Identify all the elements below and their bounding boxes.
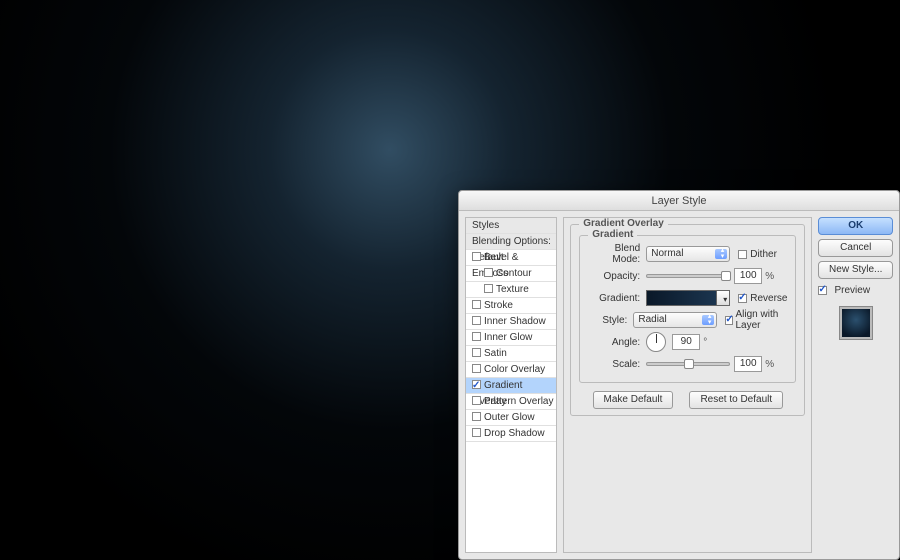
style-satin[interactable]: Satin bbox=[466, 346, 556, 362]
gradient-fieldset: Gradient Blend Mode: Normal▴▾ Dither Opa… bbox=[579, 235, 796, 383]
scale-label: Scale: bbox=[588, 359, 646, 370]
style-color-overlay[interactable]: Color Overlay bbox=[466, 362, 556, 378]
opacity-slider[interactable] bbox=[646, 274, 730, 278]
checkbox-icon[interactable] bbox=[472, 396, 481, 405]
options-panel: Gradient Overlay Gradient Blend Mode: No… bbox=[563, 217, 812, 553]
checkbox-icon bbox=[725, 316, 732, 325]
style-gradient-overlay[interactable]: Gradient Overlay bbox=[466, 378, 556, 394]
styles-list: Styles Blending Options: Default Bevel &… bbox=[465, 217, 557, 553]
reset-default-button[interactable]: Reset to Default bbox=[689, 391, 783, 409]
new-style-button[interactable]: New Style... bbox=[818, 261, 893, 279]
checkbox-icon[interactable] bbox=[472, 412, 481, 421]
preview-swatch bbox=[839, 306, 873, 340]
style-label: Outer Glow bbox=[484, 412, 535, 423]
updown-icon: ▴▾ bbox=[721, 248, 725, 260]
checkbox-icon[interactable] bbox=[472, 364, 481, 373]
style-label: Stroke bbox=[484, 300, 513, 311]
checkbox-icon[interactable] bbox=[472, 316, 481, 325]
checkbox-icon[interactable] bbox=[484, 284, 493, 293]
preview-checkbox[interactable]: Preview bbox=[818, 285, 893, 296]
style-label: Satin bbox=[484, 348, 507, 359]
checkbox-icon[interactable] bbox=[472, 300, 481, 309]
preview-label: Preview bbox=[834, 285, 870, 296]
dither-label: Dither bbox=[750, 249, 777, 260]
style-row: Style: Radial ▴▾ Align with Layer bbox=[588, 310, 787, 330]
angle-unit: ° bbox=[703, 337, 707, 348]
checkbox-icon[interactable] bbox=[472, 348, 481, 357]
style-label: Drop Shadow bbox=[484, 428, 545, 439]
ok-button[interactable]: OK bbox=[818, 217, 893, 235]
angle-row: Angle: 90 ° bbox=[588, 332, 787, 352]
opacity-input[interactable]: 100 bbox=[734, 268, 762, 284]
checkbox-icon[interactable] bbox=[472, 252, 481, 261]
checkbox-icon[interactable] bbox=[472, 428, 481, 437]
slider-thumb[interactable] bbox=[684, 359, 694, 369]
style-label: Pattern Overlay bbox=[484, 396, 553, 407]
angle-input[interactable]: 90 bbox=[672, 334, 700, 350]
cancel-button[interactable]: Cancel bbox=[818, 239, 893, 257]
section-title: Gradient Overlay bbox=[579, 218, 668, 229]
blending-options-row[interactable]: Blending Options: Default bbox=[466, 234, 556, 250]
reverse-label: Reverse bbox=[750, 293, 787, 304]
blend-mode-label: Blend Mode: bbox=[588, 243, 646, 265]
align-checkbox[interactable]: Align with Layer bbox=[725, 309, 787, 331]
style-select[interactable]: Radial ▴▾ bbox=[633, 312, 717, 328]
style-bevel-emboss[interactable]: Bevel & Emboss bbox=[466, 250, 556, 266]
gradient-picker[interactable]: ▾ bbox=[646, 290, 730, 306]
checkbox-icon bbox=[738, 294, 747, 303]
make-default-button[interactable]: Make Default bbox=[593, 391, 674, 409]
gradient-row: Gradient: ▾ Reverse bbox=[588, 288, 787, 308]
style-label: Color Overlay bbox=[484, 364, 545, 375]
checkbox-icon[interactable] bbox=[472, 332, 481, 341]
layer-style-dialog: Layer Style Styles Blending Options: Def… bbox=[458, 190, 900, 560]
scale-unit: % bbox=[765, 359, 774, 370]
style-label: Inner Shadow bbox=[484, 316, 546, 327]
opacity-unit: % bbox=[765, 271, 774, 282]
checkbox-icon bbox=[738, 250, 747, 259]
style-drop-shadow[interactable]: Drop Shadow bbox=[466, 426, 556, 442]
gradient-label: Gradient: bbox=[588, 293, 646, 304]
style-label: Style: bbox=[588, 315, 633, 326]
style-outer-glow[interactable]: Outer Glow bbox=[466, 410, 556, 426]
blend-mode-select[interactable]: Normal ▴▾ bbox=[646, 246, 730, 262]
style-inner-glow[interactable]: Inner Glow bbox=[466, 330, 556, 346]
select-value: Normal bbox=[651, 248, 683, 259]
styles-header[interactable]: Styles bbox=[466, 218, 556, 234]
style-label: Texture bbox=[496, 284, 529, 295]
checkbox-icon[interactable] bbox=[484, 268, 493, 277]
dialog-body: Styles Blending Options: Default Bevel &… bbox=[459, 211, 899, 559]
style-label: Inner Glow bbox=[484, 332, 532, 343]
select-value: Radial bbox=[638, 314, 666, 325]
style-pattern-overlay[interactable]: Pattern Overlay bbox=[466, 394, 556, 410]
scale-slider[interactable] bbox=[646, 362, 730, 366]
style-inner-shadow[interactable]: Inner Shadow bbox=[466, 314, 556, 330]
gradient-overlay-fieldset: Gradient Overlay Gradient Blend Mode: No… bbox=[570, 224, 805, 416]
opacity-label: Opacity: bbox=[588, 271, 646, 282]
dither-checkbox[interactable]: Dither bbox=[738, 249, 777, 260]
opacity-row: Opacity: 100 % bbox=[588, 266, 787, 286]
align-label: Align with Layer bbox=[736, 309, 788, 331]
blend-mode-row: Blend Mode: Normal ▴▾ Dither bbox=[588, 244, 787, 264]
style-stroke[interactable]: Stroke bbox=[466, 298, 556, 314]
angle-dial[interactable] bbox=[646, 332, 666, 352]
group-title: Gradient bbox=[588, 229, 637, 240]
checkbox-icon bbox=[818, 286, 827, 295]
scale-row: Scale: 100 % bbox=[588, 354, 787, 374]
dropdown-arrow-icon: ▾ bbox=[723, 295, 727, 304]
style-texture[interactable]: Texture bbox=[466, 282, 556, 298]
angle-label: Angle: bbox=[588, 337, 646, 348]
style-label: Contour bbox=[496, 268, 532, 279]
scale-input[interactable]: 100 bbox=[734, 356, 762, 372]
side-buttons: OK Cancel New Style... Preview bbox=[818, 217, 893, 553]
checkbox-icon[interactable] bbox=[472, 380, 481, 389]
slider-thumb[interactable] bbox=[721, 271, 731, 281]
updown-icon: ▴▾ bbox=[708, 314, 712, 326]
dialog-title: Layer Style bbox=[459, 191, 899, 211]
default-buttons-row: Make Default Reset to Default bbox=[579, 391, 796, 409]
reverse-checkbox[interactable]: Reverse bbox=[738, 293, 787, 304]
